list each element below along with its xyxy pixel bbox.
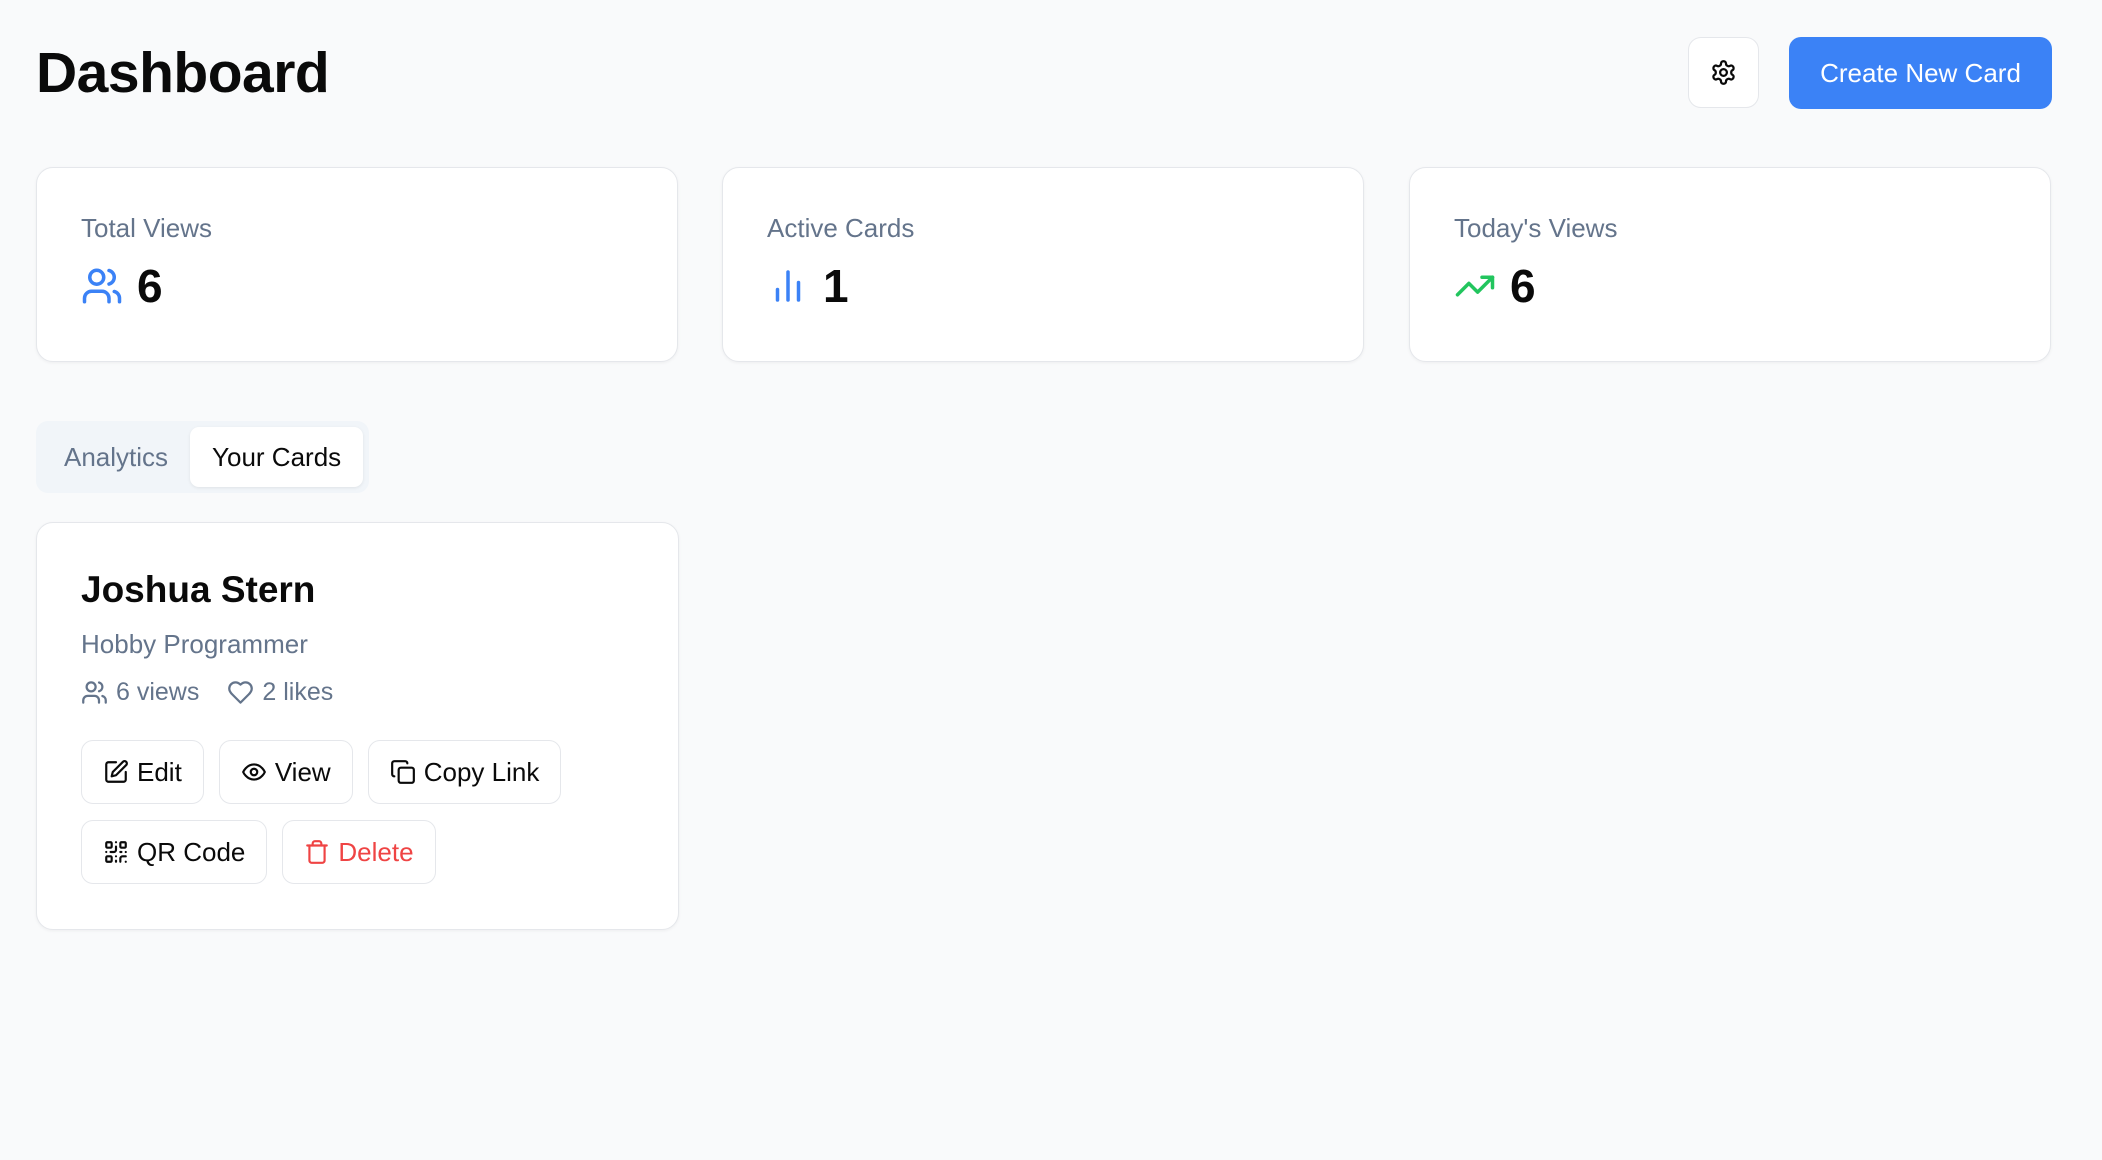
copy-link-label: Copy Link (423, 756, 540, 787)
stat-card-active-cards: Active Cards 1 (722, 167, 1364, 362)
card-likes: 2 likes (227, 678, 333, 707)
stat-card-todays-views: Today's Views 6 (1409, 167, 2051, 362)
card-job-title: Hobby Programmer (81, 629, 308, 659)
card-views: 6 views (81, 678, 199, 707)
stat-value: 1 (823, 260, 849, 312)
card-name: Joshua Stern (81, 569, 316, 610)
stat-label: Total Views (81, 213, 213, 243)
eye-icon (241, 759, 267, 785)
view-button[interactable]: View (218, 740, 353, 804)
likes-count: 2 likes (262, 678, 334, 706)
heart-icon (227, 679, 254, 706)
stat-label: Active Cards (767, 213, 915, 243)
trash-icon (304, 839, 330, 865)
tab-analytics[interactable]: Analytics (42, 427, 190, 487)
stat-card-total-views: Total Views 6 (36, 167, 678, 362)
edit-label: Edit (137, 756, 182, 787)
qr-code-button[interactable]: QR Code (81, 820, 268, 884)
bar-chart-icon (767, 265, 809, 307)
tab-list: Analytics Your Cards (36, 421, 370, 493)
card-stats: 6 views 2 likes (81, 678, 333, 707)
settings-button[interactable] (1688, 37, 1759, 108)
copy-icon (390, 759, 416, 785)
edit-icon (103, 759, 129, 785)
create-new-card-button[interactable]: Create New Card (1789, 37, 2052, 109)
stat-label: Today's Views (1454, 213, 1618, 243)
delete-button[interactable]: Delete (282, 820, 436, 884)
stat-value: 6 (1510, 260, 1536, 312)
stat-value: 6 (137, 260, 163, 312)
trending-up-icon (1454, 265, 1496, 307)
card-actions-row: QR Code Delete (81, 820, 436, 884)
copy-link-button[interactable]: Copy Link (367, 740, 562, 804)
users-icon (81, 679, 108, 706)
page-title: Dashboard (36, 41, 330, 105)
gear-icon (1710, 59, 1737, 86)
card-actions-row: Edit View Copy Link (81, 740, 562, 804)
business-card: Joshua Stern Hobby Programmer 6 views 2 … (36, 522, 679, 930)
users-icon (81, 265, 123, 307)
delete-label: Delete (338, 836, 414, 867)
views-count: 6 views (116, 678, 200, 706)
edit-button[interactable]: Edit (81, 740, 204, 804)
tab-your-cards[interactable]: Your Cards (190, 427, 364, 487)
qr-code-icon (103, 839, 129, 865)
view-label: View (274, 756, 331, 787)
qr-code-label: QR Code (137, 836, 246, 867)
